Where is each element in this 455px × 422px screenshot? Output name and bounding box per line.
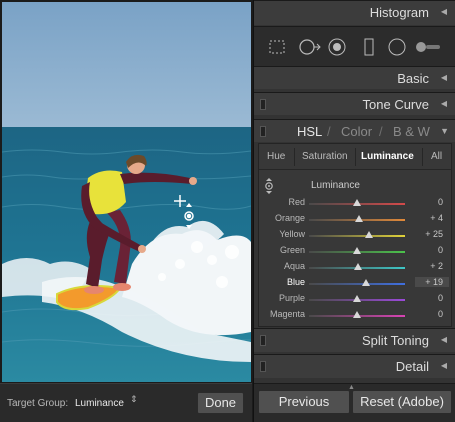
slider-value[interactable]: 0	[438, 309, 443, 319]
hsl-header[interactable]: HSL / Color / B & W ▼	[254, 119, 455, 142]
tool-strip	[254, 26, 455, 66]
crop-overlay-icon[interactable]	[268, 38, 286, 56]
slider-label: Magenta	[269, 309, 305, 319]
done-button[interactable]: Done	[197, 392, 244, 414]
slider-thumb[interactable]	[353, 247, 361, 254]
luminance-slider-aqua[interactable]: Aqua + 2	[259, 259, 451, 275]
hsl-subtabs: Hue Saturation Luminance All	[259, 144, 451, 170]
adjustment-brush-icon[interactable]	[414, 38, 442, 56]
panel-switch-icon[interactable]	[260, 335, 266, 346]
tab-luminance[interactable]: Luminance	[361, 151, 414, 162]
slider-value[interactable]: 0	[438, 197, 443, 207]
slider-label: Blue	[286, 277, 305, 287]
target-adjust-tool-icon[interactable]	[264, 178, 274, 194]
luminance-slider-blue[interactable]: Blue + 19	[259, 275, 451, 291]
luminance-slider-orange[interactable]: Orange + 4	[259, 211, 451, 227]
hsl-body: Hue Saturation Luminance All Luminance R…	[258, 143, 452, 327]
basic-title: Basic	[397, 71, 429, 86]
slider-label: Orange	[274, 213, 305, 223]
slider-value[interactable]: + 2	[430, 261, 443, 271]
luminance-slider-green[interactable]: Green 0	[259, 243, 451, 259]
collapse-triangle-icon[interactable]: ◀	[441, 99, 447, 108]
surfer-photo	[2, 2, 251, 382]
panel-switch-icon[interactable]	[260, 361, 266, 372]
luminance-slider-purple[interactable]: Purple 0	[259, 291, 451, 307]
luminance-slider-magenta[interactable]: Magenta 0	[259, 307, 451, 323]
target-group-label: Target Group:	[7, 398, 69, 409]
luminance-slider-red[interactable]: Red 0	[259, 195, 451, 211]
tone-curve-header[interactable]: Tone Curve ◀	[254, 92, 455, 115]
tone-curve-title: Tone Curve	[362, 97, 429, 112]
collapse-triangle-icon[interactable]: ◀	[441, 73, 447, 82]
slider-label: Yellow	[279, 229, 305, 239]
target-group-select[interactable]: Luminance	[75, 398, 124, 409]
red-eye-icon[interactable]	[328, 38, 346, 56]
panel-switch-icon[interactable]	[260, 126, 266, 137]
basic-header[interactable]: Basic ◀	[254, 66, 455, 89]
luminance-section-title: Luminance	[311, 180, 360, 191]
slider-label: Red	[288, 197, 305, 207]
slider-thumb[interactable]	[353, 295, 361, 302]
slider-label: Purple	[278, 293, 305, 303]
target-group-bar: Target Group: Luminance ⇕ Done	[0, 383, 252, 422]
slider-thumb[interactable]	[354, 215, 363, 222]
slider-thumb[interactable]	[353, 199, 361, 206]
panel-switch-icon[interactable]	[260, 99, 266, 110]
slider-thumb[interactable]	[353, 263, 362, 270]
slider-thumb[interactable]	[353, 311, 361, 318]
detail-header[interactable]: Detail ◀	[254, 354, 455, 378]
tab-saturation[interactable]: Saturation	[302, 151, 348, 162]
split-toning-header[interactable]: Split Toning ◀	[254, 328, 455, 352]
detail-title: Detail	[395, 359, 429, 374]
updown-caret-icon[interactable]: ⇕	[130, 395, 138, 404]
previous-button[interactable]: Previous	[258, 390, 350, 414]
slider-value[interactable]: + 19	[415, 277, 449, 287]
slider-track[interactable]	[309, 235, 405, 237]
develop-panel: Histogram ◀ Basic ◀ Tone Curve ◀ HSL / C…	[253, 0, 455, 422]
tab-all[interactable]: All	[431, 151, 442, 162]
heading-separator: /	[379, 124, 383, 139]
histogram-title: Histogram	[369, 5, 429, 20]
slider-value[interactable]: + 4	[430, 213, 443, 223]
slider-value[interactable]: + 25	[425, 229, 443, 239]
slider-track[interactable]	[309, 283, 405, 285]
collapse-triangle-icon[interactable]: ◀	[441, 361, 447, 370]
bw-tab[interactable]: B & W	[393, 124, 430, 139]
slider-value[interactable]: 0	[438, 245, 443, 255]
graduated-filter-icon[interactable]	[360, 38, 378, 56]
expand-triangle-icon[interactable]: ▼	[440, 126, 449, 136]
slider-thumb[interactable]	[362, 279, 371, 286]
panel-footer: ▲ Previous Reset (Adobe)	[254, 383, 455, 422]
collapse-triangle-icon[interactable]: ◀	[441, 7, 447, 16]
reset-button[interactable]: Reset (Adobe)	[352, 390, 452, 414]
heading-separator: /	[327, 124, 331, 139]
split-toning-title: Split Toning	[362, 333, 429, 348]
tab-hue[interactable]: Hue	[267, 151, 285, 162]
radial-filter-icon[interactable]	[388, 38, 406, 56]
slider-label: Aqua	[283, 261, 305, 271]
slider-label: Green	[279, 245, 305, 255]
photo-canvas[interactable]	[2, 2, 251, 382]
spot-removal-icon[interactable]	[298, 38, 322, 56]
luminance-slider-yellow[interactable]: Yellow + 25	[259, 227, 451, 243]
slider-thumb[interactable]	[365, 231, 373, 238]
hsl-tab[interactable]: HSL	[297, 124, 322, 139]
color-tab[interactable]: Color	[341, 124, 372, 139]
histogram-header[interactable]: Histogram ◀	[254, 0, 455, 25]
collapse-triangle-icon[interactable]: ◀	[441, 335, 447, 344]
slider-value[interactable]: 0	[438, 293, 443, 303]
